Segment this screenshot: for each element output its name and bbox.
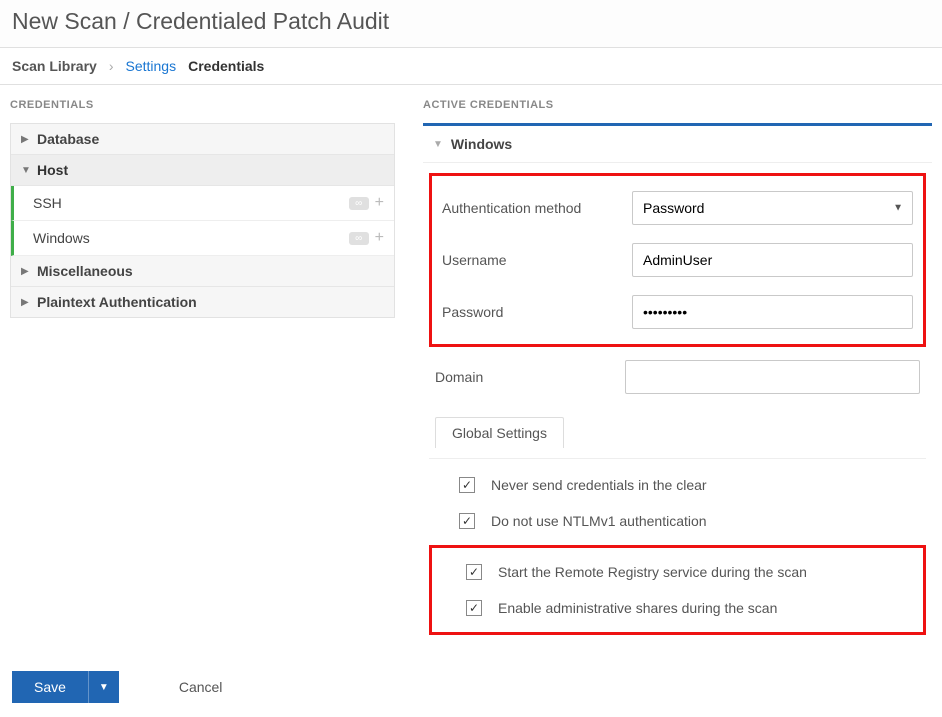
- chevron-right-icon: ›: [109, 58, 114, 74]
- active-credentials-panel: ACTIVE CREDENTIALS ▼ Windows Authenticat…: [405, 85, 942, 657]
- tab-global-settings[interactable]: Global Settings: [435, 417, 564, 448]
- category-miscellaneous[interactable]: ▶ Miscellaneous: [11, 256, 394, 287]
- password-input[interactable]: [632, 295, 913, 329]
- highlight-registry-block: ✓ Start the Remote Registry service duri…: [429, 545, 926, 635]
- caret-right-icon: ▶: [21, 134, 33, 145]
- caret-down-icon: ▼: [433, 139, 443, 150]
- auth-method-select[interactable]: Password: [632, 191, 913, 225]
- domain-input[interactable]: [625, 360, 920, 394]
- page-title: New Scan / Credentialed Patch Audit: [12, 8, 930, 35]
- credentials-title: CREDENTIALS: [10, 99, 395, 111]
- check-admin-shares[interactable]: ✓ Enable administrative shares during th…: [436, 590, 919, 626]
- active-credentials-title: ACTIVE CREDENTIALS: [423, 99, 932, 111]
- auth-method-label: Authentication method: [442, 200, 632, 216]
- accordion-windows[interactable]: ▼ Windows: [423, 126, 932, 163]
- caret-right-icon: ▶: [21, 266, 33, 277]
- host-item-ssh[interactable]: SSH ∞ +: [11, 186, 394, 221]
- plus-icon[interactable]: +: [375, 195, 384, 211]
- checkbox-icon[interactable]: ✓: [466, 600, 482, 616]
- page-header: New Scan / Credentialed Patch Audit: [0, 0, 942, 48]
- breadcrumb-current: Credentials: [188, 58, 264, 74]
- cancel-button[interactable]: Cancel: [179, 679, 223, 695]
- credentials-panel: CREDENTIALS ▶ Database ▼ Host SSH ∞ + Wi…: [0, 85, 405, 657]
- category-plaintext-auth[interactable]: ▶ Plaintext Authentication: [11, 287, 394, 317]
- category-database[interactable]: ▶ Database: [11, 124, 394, 155]
- caret-right-icon: ▶: [21, 297, 33, 308]
- checkbox-icon[interactable]: ✓: [459, 513, 475, 529]
- checkbox-icon[interactable]: ✓: [466, 564, 482, 580]
- footer: Save ▼ Cancel: [0, 657, 942, 717]
- breadcrumb-root[interactable]: Scan Library: [12, 58, 97, 74]
- check-never-send-clear[interactable]: ✓ Never send credentials in the clear: [429, 467, 926, 503]
- save-button[interactable]: Save: [12, 671, 88, 703]
- checkbox-icon[interactable]: ✓: [459, 477, 475, 493]
- username-input[interactable]: [632, 243, 913, 277]
- username-label: Username: [442, 252, 632, 268]
- save-dropdown[interactable]: ▼: [88, 671, 119, 703]
- plus-icon[interactable]: +: [375, 230, 384, 246]
- host-item-windows[interactable]: Windows ∞ +: [11, 221, 394, 256]
- infinity-icon: ∞: [349, 197, 369, 210]
- password-label: Password: [442, 304, 632, 320]
- highlight-auth-block: Authentication method Password ▼ Usernam…: [429, 173, 926, 347]
- domain-label: Domain: [435, 369, 625, 385]
- breadcrumb-settings[interactable]: Settings: [126, 58, 177, 74]
- infinity-icon: ∞: [349, 232, 369, 245]
- category-host[interactable]: ▼ Host: [11, 155, 394, 186]
- caret-down-icon: ▼: [21, 165, 33, 176]
- check-no-ntlmv1[interactable]: ✓ Do not use NTLMv1 authentication: [429, 503, 926, 539]
- breadcrumb: Scan Library › Settings Credentials: [0, 48, 942, 85]
- check-remote-registry[interactable]: ✓ Start the Remote Registry service duri…: [436, 554, 919, 590]
